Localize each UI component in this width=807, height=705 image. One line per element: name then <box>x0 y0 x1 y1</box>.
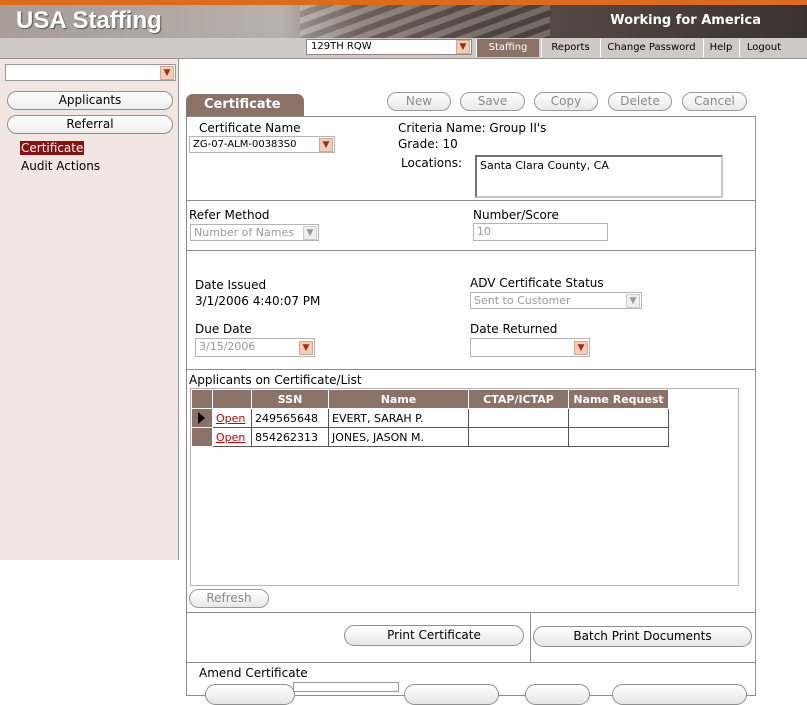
print-certificate-button[interactable]: Print Certificate <box>344 625 524 646</box>
name-cell: EVERT, SARAH P. <box>328 408 469 428</box>
grade: Grade: 10 <box>398 137 458 151</box>
due-date-label: Due Date <box>195 322 252 336</box>
divider <box>187 662 755 663</box>
chevron-down-icon[interactable]: ▼ <box>303 226 317 240</box>
current-row-arrow-icon <box>198 412 205 424</box>
sidebar-applicants-button[interactable]: Applicants <box>7 91 173 110</box>
tab-certificate[interactable]: Certificate <box>186 94 304 116</box>
header-tagline: Working for America <box>610 13 761 28</box>
nav-logout[interactable]: Logout <box>739 39 788 57</box>
chevron-down-icon[interactable]: ▼ <box>574 341 588 355</box>
row-selector[interactable] <box>191 408 213 428</box>
applicants-section-label: Applicants on Certificate/List <box>189 373 362 387</box>
save-button[interactable]: Save <box>460 92 525 111</box>
chevron-down-icon[interactable]: ▼ <box>456 40 470 54</box>
chevron-down-icon[interactable]: ▼ <box>319 138 333 152</box>
divider <box>187 369 755 370</box>
open-link-cell: Open <box>212 408 252 428</box>
certificate-name-select[interactable]: ZG-07-ALM-00383S0 ▼ <box>189 136 335 153</box>
refer-method-value: Number of Names <box>194 226 294 239</box>
sidebar-item-certificate[interactable]: Certificate <box>20 141 85 155</box>
table-header-row: SSN Name CTAP/ICTAP Name Request <box>191 389 669 409</box>
open-link-cell: Open <box>212 427 252 447</box>
amend-action-button[interactable] <box>525 684 590 705</box>
date-returned-label: Date Returned <box>470 322 558 336</box>
amend-certificate-label: Amend Certificate <box>199 666 308 680</box>
date-returned-select[interactable]: ▼ <box>470 338 590 357</box>
organization-select-value: 129TH RQW <box>311 41 372 52</box>
name-request-cell <box>568 427 669 447</box>
row-header-column <box>191 389 213 409</box>
copy-button[interactable]: Copy <box>534 92 598 111</box>
sidebar-referral-button[interactable]: Referral <box>7 115 173 134</box>
number-score-input[interactable]: 10 <box>473 223 608 241</box>
locations-label: Locations: <box>401 156 463 170</box>
cancel-button[interactable]: Cancel <box>682 92 747 111</box>
divider-vertical <box>530 612 531 662</box>
date-issued-label: Date Issued <box>195 278 267 292</box>
table-row[interactable]: Open 249565648 EVERT, SARAH P. <box>191 408 669 428</box>
new-button[interactable]: New <box>387 92 451 111</box>
amend-action-button[interactable] <box>205 684 295 705</box>
ctap-cell <box>468 427 569 447</box>
delete-button[interactable]: Delete <box>608 92 672 111</box>
adv-status-value: Sent to Customer <box>474 294 571 307</box>
refresh-button[interactable]: Refresh <box>189 589 269 608</box>
sidebar-select[interactable]: ▼ <box>5 64 176 81</box>
column-header-ssn[interactable]: SSN <box>251 389 329 409</box>
locations-textarea[interactable]: Santa Clara County, CA <box>475 155 723 198</box>
adv-status-label: ADV Certificate Status <box>470 276 604 290</box>
link-column <box>212 389 252 409</box>
nav-reports[interactable]: Reports <box>541 39 599 57</box>
organization-select[interactable]: 129TH RQW ▼ <box>306 39 472 55</box>
column-header-name[interactable]: Name <box>328 389 469 409</box>
ssn-cell: 854262313 <box>251 427 329 447</box>
number-score-label: Number/Score <box>473 208 559 222</box>
name-cell: JONES, JASON M. <box>328 427 469 447</box>
ssn-cell: 249565648 <box>251 408 329 428</box>
divider <box>187 250 755 251</box>
refer-method-label: Refer Method <box>189 208 270 222</box>
flag-decoration <box>300 5 550 38</box>
amend-action-button[interactable] <box>612 684 747 705</box>
row-selector[interactable] <box>191 427 213 447</box>
ctap-cell <box>468 408 569 428</box>
chevron-down-icon[interactable]: ▼ <box>299 341 313 355</box>
open-applicant-link[interactable]: Open <box>216 412 245 425</box>
amend-action-button[interactable] <box>404 684 499 705</box>
sidebar <box>0 59 179 560</box>
certificate-name-value: ZG-07-ALM-00383S0 <box>193 139 297 150</box>
applicants-table: SSN Name CTAP/ICTAP Name Request Open 24… <box>191 389 669 447</box>
column-header-ctap[interactable]: CTAP/ICTAP <box>468 389 569 409</box>
divider <box>187 200 755 201</box>
criteria-name: Criteria Name: Group II's <box>398 121 547 135</box>
nav-help[interactable]: Help <box>703 39 738 57</box>
table-row[interactable]: Open 854262313 JONES, JASON M. <box>191 427 669 447</box>
open-applicant-link[interactable]: Open <box>216 431 245 444</box>
divider <box>187 612 755 613</box>
chevron-down-icon[interactable]: ▼ <box>160 66 174 80</box>
app-title: USA Staffing <box>16 7 162 34</box>
nav-staffing[interactable]: Staffing <box>476 39 539 57</box>
due-date-value: 3/15/2006 <box>199 340 256 353</box>
refer-method-select[interactable]: Number of Names ▼ <box>190 224 319 241</box>
batch-print-documents-button[interactable]: Batch Print Documents <box>533 626 752 647</box>
name-request-cell <box>568 408 669 428</box>
certificate-name-label: Certificate Name <box>199 121 301 135</box>
due-date-select[interactable]: 3/15/2006 ▼ <box>195 338 315 357</box>
chevron-down-icon[interactable]: ▼ <box>626 294 640 308</box>
amend-select[interactable] <box>293 682 399 692</box>
sidebar-item-audit-actions[interactable]: Audit Actions <box>21 159 100 173</box>
adv-status-select[interactable]: Sent to Customer ▼ <box>470 292 642 309</box>
date-issued-value: 3/1/2006 4:40:07 PM <box>195 294 321 308</box>
column-header-name-request[interactable]: Name Request <box>568 389 669 409</box>
nav-change-password[interactable]: Change Password <box>600 39 702 57</box>
